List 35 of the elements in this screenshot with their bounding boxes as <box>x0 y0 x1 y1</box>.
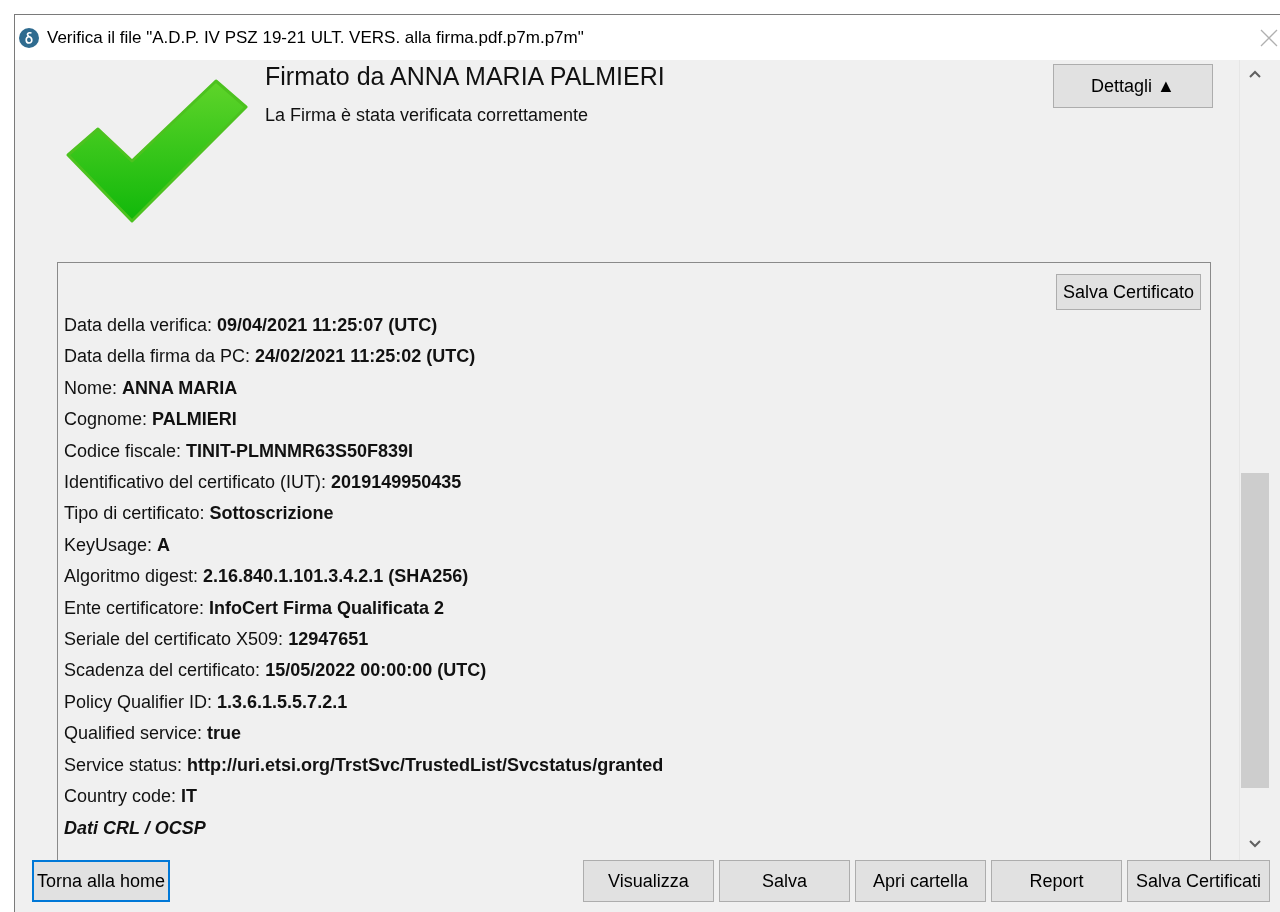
scroll-up-icon[interactable] <box>1249 70 1261 78</box>
detail-line: Country code: IT <box>64 785 199 809</box>
window-title: Verifica il file "A.D.P. IV PSZ 19-21 ULT. VERS. alla firma.pdf.p7m.p7m" <box>47 27 585 48</box>
section-heading: Dati CRL / OCSP <box>64 816 207 840</box>
footer-button[interactable]: Visualizza <box>582 860 714 902</box>
detail-line: Qualified service: true <box>64 722 243 746</box>
detail-line: Data della firma da PC: 24/02/2021 11:25:02 (UTC) <box>64 345 477 369</box>
detail-line: Algoritmo digest: 2.16.840.1.101.3.4.2.1 (SHA256) <box>64 565 470 589</box>
detail-line: Scadenza del certificato: 15/05/2022 00:00:00 (UTC) <box>64 659 488 683</box>
footer-button[interactable]: Report <box>990 860 1122 902</box>
checkmark-icon <box>66 79 250 225</box>
detail-line: Codice fiscale: TINIT-PLMNMR63S50F839I <box>64 439 415 463</box>
footer-button[interactable]: Salva Certificati <box>1126 860 1270 902</box>
details-button[interactable]: Dettagli ▲ <box>1053 64 1213 108</box>
detail-line: KeyUsage: A <box>64 533 172 557</box>
verification-message: La Firma è stata verificata correttamente <box>265 105 590 126</box>
footer-button[interactable]: Salva <box>718 860 850 902</box>
detail-line: Ente certificatore: InfoCert Firma Qualificata 2 <box>64 596 446 620</box>
scroll-thumb[interactable] <box>1241 473 1269 788</box>
detail-line: Policy Qualifier ID: 1.3.6.1.5.5.7.2.1 <box>64 690 349 714</box>
detail-line: Tipo di certificato: Sottoscrizione <box>64 502 335 526</box>
detail-line: Nome: ANNA MARIA <box>64 376 239 400</box>
detail-line: Seriale del certificato X509: 12947651 <box>64 628 370 652</box>
scrollbar[interactable] <box>1239 60 1270 860</box>
scroll-down-icon[interactable] <box>1249 840 1261 848</box>
detail-line: Cognome: PALMIERI <box>64 408 238 432</box>
detail-line: Data della verifica: 09/04/2021 11:25:07 (UTC) <box>64 314 439 337</box>
close-icon[interactable] <box>1260 28 1278 47</box>
signer-title: Firmato da ANNA MARIA PALMIERI <box>265 62 665 91</box>
footer-button[interactable]: Apri cartella <box>854 860 986 902</box>
save-certificate-button[interactable]: Salva Certificato <box>1055 274 1201 310</box>
detail-line: Identificativo del certificato (IUT): 2019149950435 <box>64 471 463 495</box>
detail-line: Service status: http://uri.etsi.org/TrstSvc/TrustedList/Svcstatus/granted <box>64 753 665 777</box>
app-logo-icon <box>19 27 39 48</box>
home-button[interactable]: Torna alla home <box>32 860 171 902</box>
